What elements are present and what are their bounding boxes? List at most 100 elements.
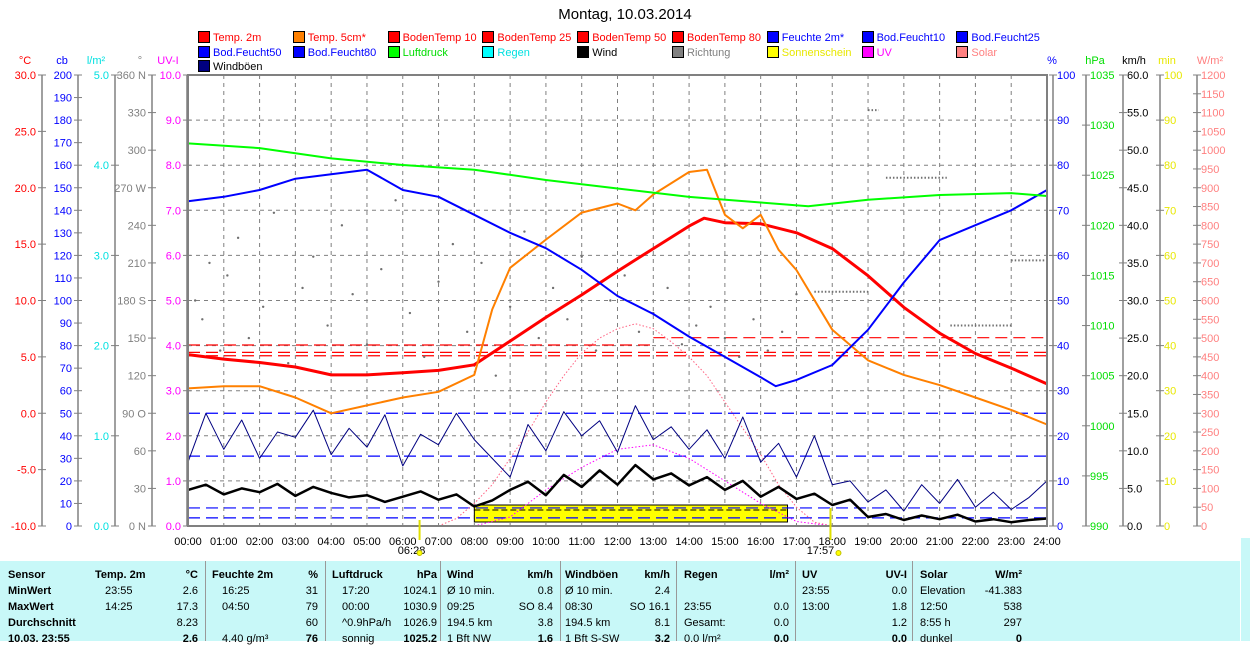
cell-time: Ø 10 min. bbox=[447, 585, 495, 597]
direction-point bbox=[247, 336, 251, 340]
cell-time: 23:55 bbox=[802, 585, 830, 597]
axis-tick-label: 40.0 bbox=[1127, 220, 1148, 232]
cell-value: SO 8.4 bbox=[518, 601, 553, 613]
axis-tick-label: 0.0 bbox=[166, 521, 181, 533]
x-tick-label: 02:00 bbox=[246, 536, 274, 548]
axis-tick-label: 20 bbox=[1057, 431, 1069, 443]
cell-value: 1.8 bbox=[891, 601, 907, 613]
axis-tick-label: 750 bbox=[1201, 239, 1219, 251]
cell-time: 04:50 bbox=[222, 601, 250, 613]
axis-unit-label: cb bbox=[56, 55, 68, 67]
column-header: Sensor bbox=[8, 569, 46, 581]
series-line-solar bbox=[438, 323, 833, 527]
legend-swatch bbox=[387, 45, 400, 58]
x-tick-label: 24:00 bbox=[1033, 536, 1061, 548]
legend-swatch bbox=[861, 31, 874, 43]
column-divider bbox=[795, 561, 796, 641]
axis-tick-label: 140 bbox=[54, 205, 72, 217]
axis-tick-label: 10.0 bbox=[15, 296, 36, 308]
legend-label: BodenTemp 50 bbox=[592, 32, 667, 44]
cell-value: 0.0 bbox=[773, 633, 789, 645]
axis-tick-label: 350 bbox=[1201, 389, 1219, 401]
direction-point bbox=[780, 330, 784, 334]
direction-point bbox=[766, 349, 770, 352]
axis-tick-label: 50 bbox=[1201, 502, 1213, 514]
axis-tick-label: 120 bbox=[128, 371, 146, 383]
legend-swatch bbox=[292, 31, 305, 43]
direction-point bbox=[666, 286, 669, 290]
axis-tick-label: 100 bbox=[1164, 70, 1182, 82]
axis-tick-label: 30 bbox=[1057, 386, 1069, 398]
row-label: 10.03. 23:55 bbox=[8, 633, 70, 645]
axis-tick-label: 30 bbox=[134, 483, 146, 495]
axis-tick-label: 990 bbox=[1090, 521, 1108, 533]
legend-item: Luftdruck bbox=[387, 45, 448, 59]
axis-tick-label: 9.0 bbox=[166, 115, 181, 127]
axis-tick-label: 40 bbox=[1164, 341, 1176, 353]
legend-label: Temp. 5cm* bbox=[307, 32, 366, 44]
direction-point bbox=[465, 330, 469, 334]
legend-swatch bbox=[672, 31, 684, 43]
x-tick-label: 15:00 bbox=[711, 536, 739, 548]
column-unit: °C bbox=[185, 569, 198, 581]
column-header: UV bbox=[802, 569, 818, 581]
axis-tick-label: 700 bbox=[1201, 258, 1219, 270]
x-tick-label: 05:00 bbox=[353, 536, 381, 548]
legend-swatch bbox=[292, 45, 305, 58]
legend-item: Richtung bbox=[672, 45, 730, 59]
x-tick-label: 22:00 bbox=[962, 536, 990, 548]
axis-unit-label: km/h bbox=[1122, 55, 1146, 67]
legend-label: BodenTemp 80 bbox=[687, 32, 761, 44]
x-tick-label: 21:00 bbox=[926, 536, 954, 548]
legend-item: BodenTemp 25 bbox=[482, 31, 571, 44]
direction-point bbox=[451, 242, 455, 246]
scrollbar[interactable] bbox=[1241, 538, 1250, 641]
direction-point bbox=[637, 330, 641, 334]
axis-tick-label: 950 bbox=[1201, 164, 1219, 176]
column-header: Wind bbox=[447, 569, 474, 581]
axis-tick-label: 180 S bbox=[117, 296, 146, 308]
legend-item: Windböen bbox=[198, 60, 263, 73]
legend-swatch bbox=[387, 31, 400, 43]
direction-point bbox=[551, 286, 555, 290]
axis-tick-label: 1015 bbox=[1090, 270, 1114, 282]
axis-tick-label: 800 bbox=[1201, 220, 1219, 232]
direction-point bbox=[193, 299, 197, 302]
axis-tick-label: 20 bbox=[1164, 431, 1176, 443]
cell-value: 0.0 bbox=[891, 633, 907, 645]
x-tick-label: 20:00 bbox=[890, 536, 918, 548]
axis-tick-label: 40 bbox=[1057, 341, 1069, 353]
axis-tick-label: 995 bbox=[1090, 471, 1108, 483]
axis-tick-label: 5.0 bbox=[1127, 483, 1142, 495]
cell-value: 0 bbox=[1015, 633, 1022, 645]
column-divider bbox=[205, 561, 206, 641]
axis-tick-label: 4.0 bbox=[166, 341, 181, 353]
legend-item: BodenTemp 50 bbox=[577, 31, 666, 44]
legend-label: Solar bbox=[971, 46, 998, 59]
weather-chart: 00:00 01:00 02:00 03:00 04:00 05:00 06:00 07:00… bbox=[11, 55, 1226, 557]
axis-tick-label: -5.0 bbox=[17, 465, 36, 477]
axis-tick-label: 70 bbox=[60, 363, 72, 375]
column-unit: % bbox=[308, 569, 318, 581]
column-unit: l/m² bbox=[769, 569, 789, 581]
axis-tick-label: 8.0 bbox=[166, 160, 181, 172]
axis-tick-label: 240 bbox=[128, 220, 146, 232]
cell-time: 09:25 bbox=[447, 601, 475, 613]
axis-tick-label: 200 bbox=[54, 70, 72, 82]
cell-time: 23:55 bbox=[105, 585, 133, 597]
cell-value: 1030.9 bbox=[403, 601, 437, 613]
direction-point bbox=[680, 343, 684, 346]
direction-point bbox=[437, 280, 440, 283]
direction-point bbox=[580, 255, 583, 258]
x-tick-label: 23:00 bbox=[997, 536, 1025, 548]
axis-tick-label: 90 bbox=[1057, 115, 1069, 127]
cell-value: 1.2 bbox=[891, 617, 907, 629]
axis-tick-label: 60 bbox=[1057, 250, 1069, 262]
column-divider bbox=[560, 561, 561, 641]
axis-tick-label: 10 bbox=[60, 498, 72, 510]
direction-point bbox=[208, 261, 211, 265]
axis-unit-label: UV-I bbox=[157, 55, 178, 67]
legend-item: Bod.Feucht50 bbox=[198, 45, 282, 59]
direction-point bbox=[423, 355, 426, 359]
axis-tick-label: 130 bbox=[54, 228, 72, 240]
